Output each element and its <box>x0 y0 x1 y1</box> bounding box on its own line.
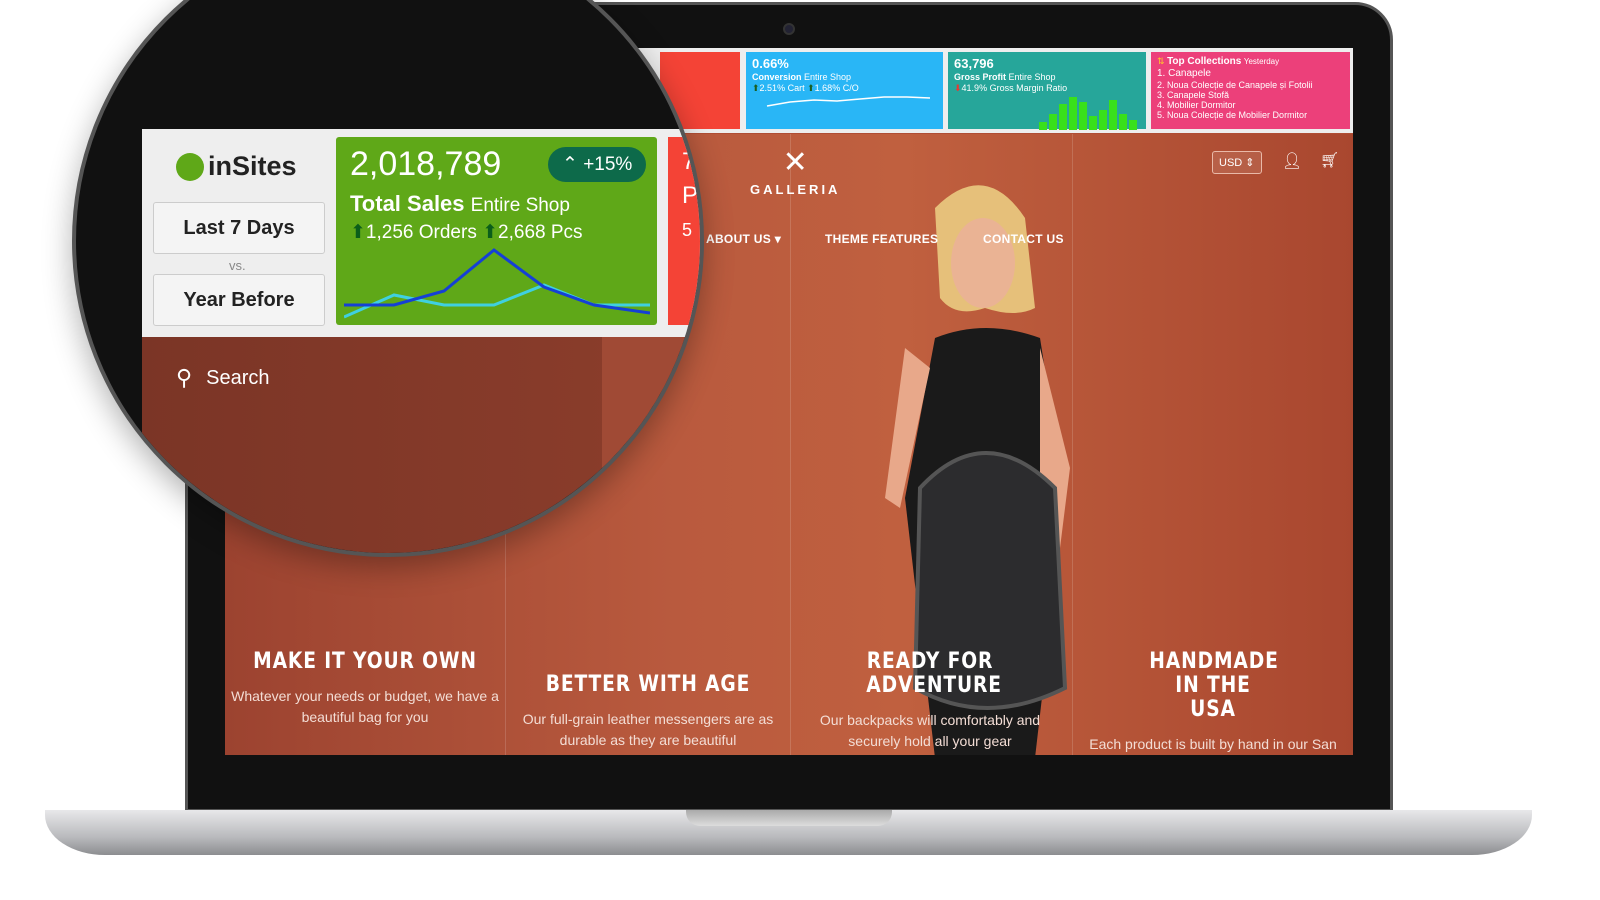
brand-name: GALLERIA <box>750 182 841 197</box>
store-logo[interactable]: ✕ GALLERIA <box>750 146 841 198</box>
top-collections-title: Top Collections <box>1167 56 1242 67</box>
up-arrow-icon: ⬆ <box>350 222 366 243</box>
ranking-icon: ⇅ <box>1157 56 1165 66</box>
co-rate: 1.68% <box>814 83 841 93</box>
conversion-value: 0.66% <box>752 56 789 71</box>
up-arrow-icon: ⬆ <box>807 83 815 93</box>
feature-text: Whatever your needs or budget, we have a… <box>231 688 499 725</box>
gross-profit-title: Gross Profit <box>954 72 1007 82</box>
down-arrow-icon: ⬇ <box>954 83 962 93</box>
camera-icon <box>783 23 795 35</box>
feature-title: HANDMADE IN THE USA <box>1149 649 1279 722</box>
collection-item[interactable]: 2. Noua Colecție de Canapele și Fotolii <box>1157 80 1344 90</box>
gross-profit-scope: Entire Shop <box>1008 72 1056 82</box>
feature-text: Each product is built by hand in our San… <box>1089 736 1337 752</box>
pcs-value: 2,668 <box>498 222 546 243</box>
nav-about-us[interactable]: ABOUT US ▾ <box>706 232 781 246</box>
margin-ratio: 41.9% <box>961 83 988 93</box>
insites-logo-text: inSites <box>208 151 297 181</box>
cart-icon[interactable]: 🛒︎ <box>1320 151 1339 169</box>
feature-text: Our full-grain leather messengers are as… <box>522 711 774 748</box>
currency-value: USD <box>1219 157 1243 169</box>
change-badge: ⌃ +15% <box>548 147 647 182</box>
collection-item[interactable]: 5. Noua Colecție de Mobilier Dormitor <box>1157 110 1344 120</box>
magnified-column <box>602 337 700 553</box>
top-collections-card[interactable]: ⇅ Top Collections Yesterday 1. Canapele … <box>1151 52 1350 129</box>
compare-period-button[interactable]: Year Before <box>153 274 325 326</box>
search-label: Search <box>206 366 270 389</box>
conversion-card[interactable]: 0.66% Conversion Entire Shop ⬆2.51% Cart… <box>746 52 943 129</box>
orders-label: Orders <box>418 222 477 243</box>
currency-select[interactable]: USD ⇕ <box>1212 151 1262 174</box>
chevron-up-icon: ⌃ <box>562 154 578 175</box>
conversion-title: Conversion <box>752 72 802 82</box>
total-sales-scope: Entire Shop <box>470 195 570 216</box>
laptop-notch <box>686 810 892 826</box>
account-icon[interactable]: 👤︎ <box>1282 151 1302 171</box>
search-bar[interactable]: ⚲ Search <box>176 365 270 391</box>
total-sales-card[interactable]: 2,018,789 ⌃ +15% Total Sales Entire Shop… <box>336 137 657 325</box>
feature-card: BETTER WITH AGE Our full-grain leather me… <box>513 673 783 751</box>
partial-sub: 5 <box>682 220 693 240</box>
insites-logo: inSites <box>176 151 297 182</box>
search-icon: ⚲ <box>176 365 193 390</box>
feature-card: HANDMADE IN THE USA Each product is built… <box>1078 650 1348 755</box>
up-arrow-icon: ⬆ <box>482 222 499 243</box>
margin-label: Gross Margin Ratio <box>989 83 1068 93</box>
gross-profit-value: 63,796 <box>954 56 994 71</box>
feature-card: MAKE IT YOUR OWN Whatever your needs or b… <box>230 650 500 728</box>
up-arrow-icon: ⬆ <box>752 83 760 93</box>
feature-title: MAKE IT YOUR OWN <box>253 649 477 674</box>
feature-title: READY FOR ADVENTURE <box>866 649 1002 698</box>
collection-item[interactable]: 3. Canapele Stofă <box>1157 90 1344 100</box>
collection-item[interactable]: 4. Mobilier Dormitor <box>1157 100 1344 110</box>
feature-text: Our backpacks will comfortably and secur… <box>819 712 1041 749</box>
feature-card: READY FOR ADVENTURE Our backpacks will co… <box>795 650 1065 752</box>
orders-value: 1,256 <box>365 222 414 243</box>
total-sales-chart <box>344 248 650 319</box>
column-divider <box>790 134 791 755</box>
insites-logo-icon <box>176 152 204 181</box>
nav-label: ABOUT US <box>706 232 772 246</box>
gross-profit-card[interactable]: 63,796 Gross Profit Entire Shop ⬇41.9% G… <box>948 52 1146 130</box>
change-value: +15% <box>583 154 633 175</box>
feature-title: BETTER WITH AGE <box>545 672 751 697</box>
partial-card-magnified: 7P5 <box>668 137 700 325</box>
magnifier: inSites Last 7 Days vs. Year Before 2,01… <box>72 0 704 557</box>
cart-rate: 2.51% <box>759 83 786 93</box>
conversion-sparkline <box>766 96 931 107</box>
nav-theme-features[interactable]: THEME FEATURES <box>825 232 938 246</box>
total-sales-title: Total Sales <box>350 191 465 216</box>
gross-profit-bars <box>1039 97 1137 130</box>
top-collections-period: Yesterday <box>1243 57 1280 66</box>
nav-contact-us[interactable]: CONTACT US <box>983 232 1064 246</box>
conversion-scope: Entire Shop <box>804 72 852 82</box>
cart-label: Cart <box>787 83 805 93</box>
vs-label: vs. <box>229 258 246 273</box>
pcs-label: Pcs <box>550 222 583 243</box>
co-label: C/O <box>842 83 859 93</box>
date-range-button[interactable]: Last 7 Days <box>153 202 325 254</box>
previous-period-line <box>344 283 650 319</box>
scissors-icon: ✕ <box>782 146 808 179</box>
collection-item[interactable]: 1. Canapele <box>1157 67 1344 80</box>
